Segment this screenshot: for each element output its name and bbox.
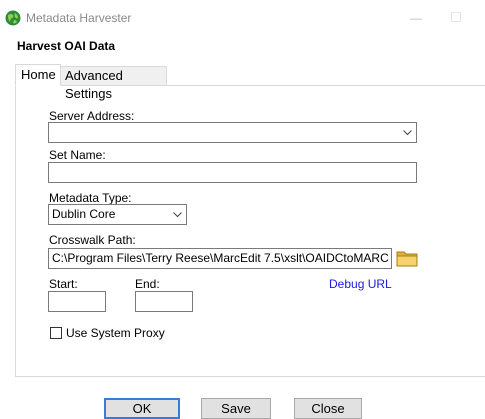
chevron-down-icon[interactable] (173, 206, 182, 224)
end-input[interactable] (135, 291, 193, 312)
use-system-proxy-label[interactable]: Use System Proxy (66, 326, 165, 340)
set-name-input[interactable] (48, 162, 417, 183)
start-label: Start: (49, 277, 78, 291)
metadata-type-value: Dublin Core (52, 207, 116, 221)
minimize-button[interactable]: — (409, 11, 423, 25)
start-input[interactable] (48, 291, 106, 312)
set-name-label: Set Name: (49, 148, 106, 162)
chevron-down-icon[interactable] (403, 124, 412, 142)
debug-url-link[interactable]: Debug URL (329, 277, 392, 291)
server-address-combobox[interactable] (48, 122, 417, 143)
close-button[interactable]: Close (294, 398, 362, 419)
maximize-button[interactable] (451, 12, 461, 22)
save-button[interactable]: Save (201, 398, 271, 419)
tab-advanced-settings[interactable]: Advanced Settings (60, 66, 167, 101)
server-address-label: Server Address: (49, 109, 135, 123)
page-title: Harvest OAI Data (17, 39, 116, 53)
globe-icon (5, 10, 21, 26)
crosswalk-path-input[interactable]: C:\Program Files\Terry Reese\MarcEdit 7.… (48, 248, 392, 269)
end-label: End: (135, 277, 160, 291)
metadata-type-select[interactable]: Dublin Core (48, 204, 187, 225)
crosswalk-path-label: Crosswalk Path: (49, 233, 136, 247)
tab-home[interactable]: Home (15, 64, 61, 86)
crosswalk-path-value: C:\Program Files\Terry Reese\MarcEdit 7.… (52, 251, 389, 265)
folder-icon[interactable] (396, 249, 418, 267)
use-system-proxy-checkbox[interactable] (50, 327, 62, 339)
window-title: Metadata Harvester (26, 11, 132, 25)
ok-button[interactable]: OK (104, 398, 180, 419)
title-bar: Metadata Harvester — (0, 0, 485, 38)
metadata-type-label: Metadata Type: (49, 191, 132, 205)
